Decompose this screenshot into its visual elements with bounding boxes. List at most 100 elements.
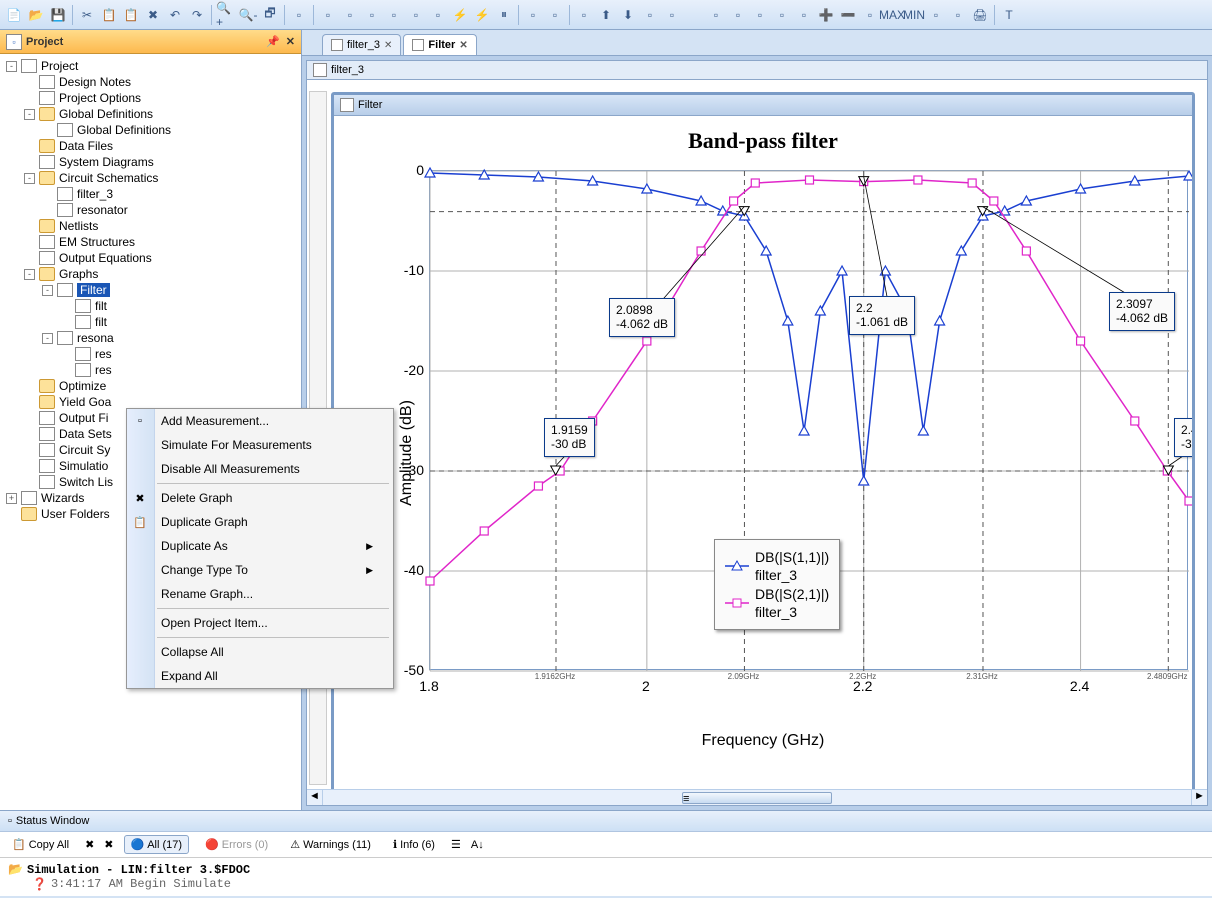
tree-toggle[interactable]: - <box>42 285 53 296</box>
toolbar-button[interactable]: ↷ <box>187 5 207 25</box>
clear-all-icon[interactable]: ✖ <box>104 838 113 851</box>
scrollbar-thumb[interactable]: ≡ <box>682 792 832 804</box>
tree-toggle[interactable]: - <box>24 109 35 120</box>
toolbar-button[interactable]: 🗗 <box>260 5 280 25</box>
status-tab[interactable]: ℹInfo (6) <box>387 836 441 853</box>
menu-item[interactable]: ▫Add Measurement... <box>127 409 393 433</box>
tree-item[interactable]: Global Definitions <box>2 122 299 138</box>
tree-item[interactable]: -Global Definitions <box>2 106 299 122</box>
toolbar-button[interactable]: 🔍- <box>238 5 258 25</box>
toolbar-button[interactable]: ▫ <box>545 5 565 25</box>
tree-item[interactable]: Netlists <box>2 218 299 234</box>
toolbar-button[interactable]: 📋 <box>121 5 141 25</box>
toolbar-button[interactable] <box>684 5 704 25</box>
toolbar-button[interactable]: ⚡ <box>450 5 470 25</box>
tree-toggle[interactable]: - <box>42 333 53 344</box>
tree-item[interactable]: filt <box>2 298 299 314</box>
tree-item[interactable]: Output Equations <box>2 250 299 266</box>
toolbar-button[interactable]: 📋 <box>99 5 119 25</box>
toolbar-button[interactable]: ▫ <box>428 5 448 25</box>
clear-icon[interactable]: ✖ <box>85 838 94 851</box>
tree-item[interactable]: filt <box>2 314 299 330</box>
toolbar-button[interactable]: ▫ <box>794 5 814 25</box>
toolbar-button[interactable]: 🔍+ <box>216 5 236 25</box>
sort-az-icon[interactable]: A↓ <box>471 839 484 851</box>
menu-item[interactable]: Collapse All <box>127 640 393 664</box>
toolbar-button[interactable]: 💾 <box>48 5 68 25</box>
toolbar-button[interactable]: ⚡ <box>472 5 492 25</box>
tree-item[interactable]: resonator <box>2 202 299 218</box>
toolbar-button[interactable]: ▫ <box>706 5 726 25</box>
document-tab[interactable]: Filter✕ <box>403 34 476 55</box>
chart-marker-label[interactable]: 2.0898-4.062 dB <box>609 298 675 337</box>
toolbar-button[interactable]: ➕ <box>816 5 836 25</box>
toolbar-button[interactable]: ▫ <box>318 5 338 25</box>
toolbar-button[interactable]: MAX <box>882 5 902 25</box>
toolbar-button[interactable]: MIN <box>904 5 924 25</box>
close-panel-icon[interactable]: ✕ <box>286 35 295 48</box>
tab-close-icon[interactable]: ✕ <box>459 40 467 51</box>
tree-toggle[interactable]: - <box>24 269 35 280</box>
toolbar-button[interactable]: ▫ <box>728 5 748 25</box>
tree-item[interactable]: -resona <box>2 330 299 346</box>
toolbar-button[interactable]: ▫ <box>860 5 880 25</box>
tree-item[interactable]: Optimize <box>2 378 299 394</box>
pin-icon[interactable]: 📌 <box>266 35 280 48</box>
tree-item[interactable]: Data Files <box>2 138 299 154</box>
status-tab[interactable]: 🔴Errors (0) <box>199 836 274 853</box>
tree-item[interactable]: Design Notes <box>2 74 299 90</box>
chart-marker-label[interactable]: 2.3097-4.062 dB <box>1109 292 1175 331</box>
menu-item[interactable]: Rename Graph... <box>127 582 393 606</box>
toolbar-button[interactable]: ▫ <box>384 5 404 25</box>
toolbar-button[interactable]: ▫ <box>406 5 426 25</box>
tree-item[interactable]: -Filter <box>2 282 299 298</box>
toolbar-button[interactable]: 📄 <box>4 5 24 25</box>
toolbar-button[interactable]: ▫ <box>640 5 660 25</box>
menu-item[interactable]: Open Project Item... <box>127 611 393 635</box>
tab-close-icon[interactable]: ✕ <box>384 40 392 51</box>
toolbar-button[interactable]: ✂ <box>77 5 97 25</box>
toolbar-button[interactable]: ▫ <box>772 5 792 25</box>
chart[interactable]: Band-pass filter Amplitude (dB) Frequenc… <box>334 116 1192 790</box>
tree-item[interactable]: System Diagrams <box>2 154 299 170</box>
toolbar-button[interactable]: ▫ <box>662 5 682 25</box>
toolbar-button[interactable]: ▫ <box>289 5 309 25</box>
copy-all-button[interactable]: 📋 Copy All <box>6 836 75 853</box>
horizontal-scrollbar[interactable]: ◄ ≡ ► <box>307 789 1207 805</box>
menu-item[interactable]: Change Type To▶ <box>127 558 393 582</box>
toolbar-button[interactable]: ▫ <box>574 5 594 25</box>
tree-toggle[interactable]: - <box>6 61 17 72</box>
toolbar-button[interactable]: 🖨 <box>970 5 990 25</box>
subtab-label[interactable]: filter_3 <box>331 64 364 76</box>
tree-toggle[interactable]: - <box>24 173 35 184</box>
toolbar-button[interactable]: ▫ <box>926 5 946 25</box>
document-tab[interactable]: filter_3✕ <box>322 34 401 55</box>
toolbar-button[interactable]: ⏸ <box>494 5 514 25</box>
toolbar-button[interactable]: ▫ <box>340 5 360 25</box>
toolbar-button[interactable]: ✖ <box>143 5 163 25</box>
tree-item[interactable]: -Project <box>2 58 299 74</box>
tree-toggle[interactable]: + <box>6 493 17 504</box>
tree-item[interactable]: res <box>2 346 299 362</box>
tree-item[interactable]: -Graphs <box>2 266 299 282</box>
chart-marker-label[interactable]: 2.481-30 dB <box>1174 418 1195 457</box>
status-tab[interactable]: ⚠Warnings (11) <box>284 836 377 853</box>
toolbar-button[interactable]: 📂 <box>26 5 46 25</box>
tree-item[interactable]: -Circuit Schematics <box>2 170 299 186</box>
tree-item[interactable]: Project Options <box>2 90 299 106</box>
toolbar-button[interactable]: ➖ <box>838 5 858 25</box>
toolbar-button[interactable]: ⬇ <box>618 5 638 25</box>
chart-marker-label[interactable]: 1.9159-30 dB <box>544 418 595 457</box>
toolbar-button[interactable]: ▫ <box>948 5 968 25</box>
menu-item[interactable]: ✖Delete Graph <box>127 486 393 510</box>
tree-item[interactable]: EM Structures <box>2 234 299 250</box>
tree-item[interactable]: res <box>2 362 299 378</box>
toolbar-button[interactable]: ⬆ <box>596 5 616 25</box>
sort-icon[interactable]: ☰ <box>451 838 461 851</box>
menu-item[interactable]: Duplicate As▶ <box>127 534 393 558</box>
toolbar-button[interactable]: ▫ <box>750 5 770 25</box>
menu-item[interactable]: Simulate For Measurements <box>127 433 393 457</box>
menu-item[interactable]: Disable All Measurements <box>127 457 393 481</box>
tree-item[interactable]: filter_3 <box>2 186 299 202</box>
toolbar-button[interactable]: ▫ <box>523 5 543 25</box>
